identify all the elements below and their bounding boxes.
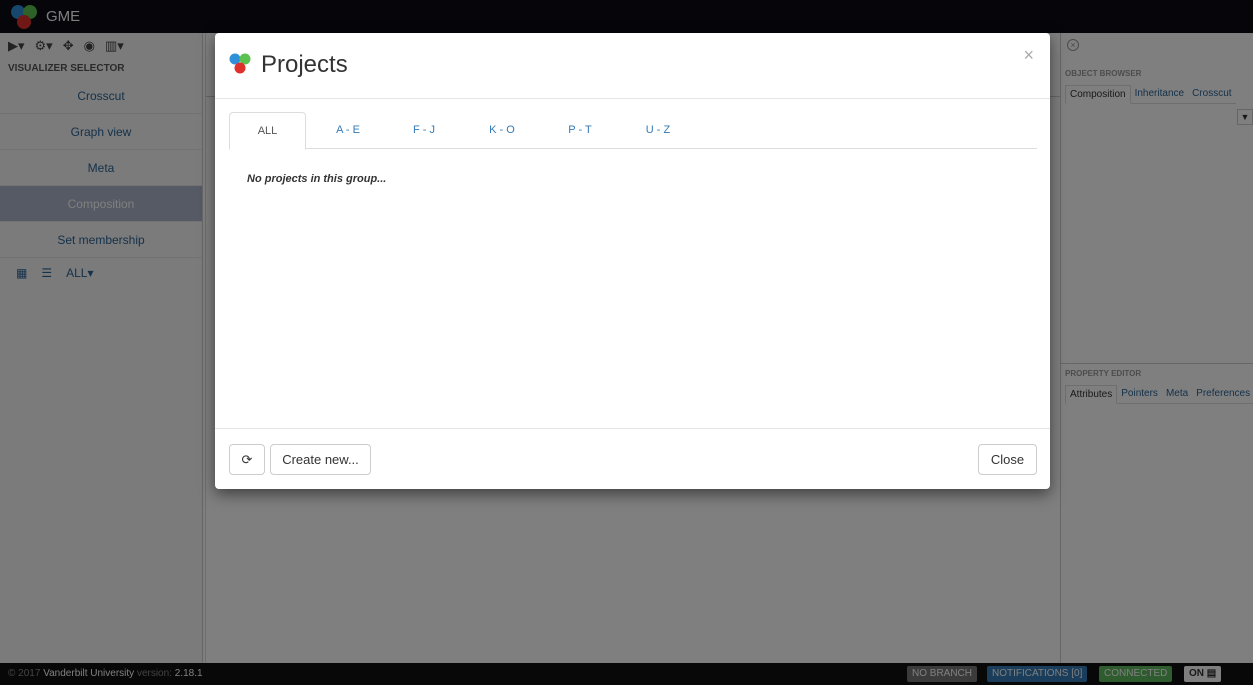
tab-p-t[interactable]: P - T bbox=[550, 112, 610, 149]
tab-all[interactable]: ALL bbox=[229, 112, 306, 150]
close-button[interactable]: Close bbox=[978, 444, 1037, 475]
tab-a-e[interactable]: A - E bbox=[318, 112, 378, 149]
projects-dialog: Projects × ALL A - E F - J K - O P - T U… bbox=[215, 33, 1050, 489]
tab-f-j[interactable]: F - J bbox=[394, 112, 454, 149]
dialog-header: Projects × bbox=[215, 33, 1050, 99]
dialog-title: Projects bbox=[261, 51, 348, 78]
refresh-icon: ⟳ bbox=[241, 452, 253, 467]
tab-u-z[interactable]: U - Z bbox=[628, 112, 688, 149]
refresh-button[interactable]: ⟳ bbox=[229, 444, 265, 475]
dialog-footer: ⟳ Create new... Close bbox=[215, 428, 1050, 489]
tab-k-o[interactable]: K - O bbox=[472, 112, 532, 149]
empty-group-message: No projects in this group... bbox=[247, 173, 387, 185]
project-group-tabs: ALL A - E F - J K - O P - T U - Z bbox=[229, 112, 1037, 150]
gme-logo-icon bbox=[229, 53, 251, 74]
create-new-button[interactable]: Create new... bbox=[270, 444, 371, 475]
close-icon[interactable]: × bbox=[1023, 45, 1034, 66]
